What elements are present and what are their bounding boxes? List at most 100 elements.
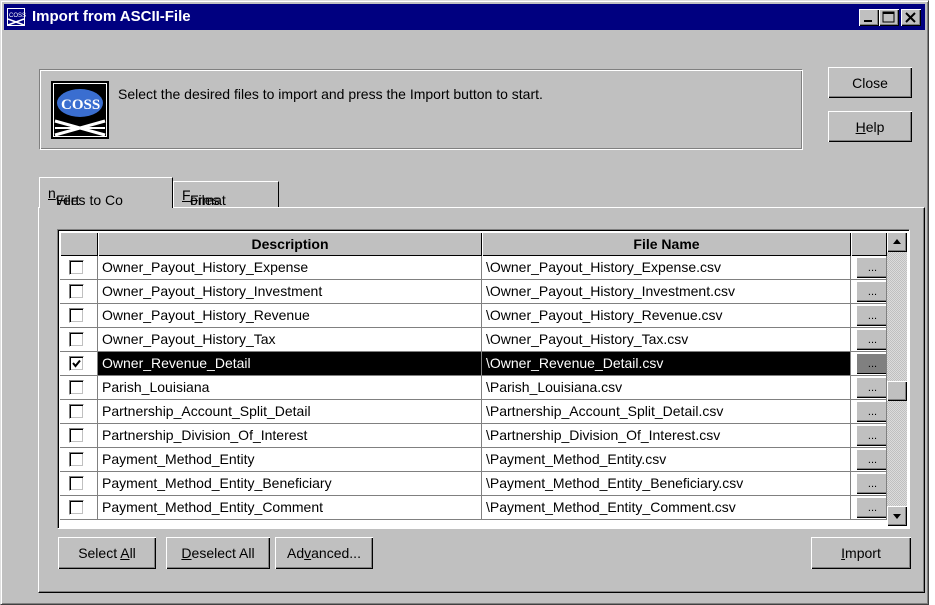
- browse-button[interactable]: ...: [856, 473, 886, 494]
- browse-button[interactable]: ...: [856, 401, 886, 422]
- row-description[interactable]: Owner_Payout_History_Tax: [98, 328, 482, 352]
- table-row[interactable]: Owner_Payout_History_Revenue \Owner_Payou…: [60, 304, 907, 328]
- row-file-name[interactable]: \Owner_Revenue_Detail.csv: [482, 352, 851, 376]
- scroll-down-button[interactable]: [887, 506, 907, 526]
- table-row[interactable]: Owner_Payout_History_Investment \Owner_Pa…: [60, 280, 907, 304]
- scroll-down-arrow-icon: [893, 514, 901, 519]
- row-file-name[interactable]: \Parish_Louisiana.csv: [482, 376, 851, 400]
- header-description[interactable]: Description: [98, 232, 482, 256]
- scroll-thumb[interactable]: [887, 381, 907, 401]
- row-checkbox[interactable]: [69, 356, 84, 371]
- instructions-panel: COSS Select the desired files to import …: [39, 69, 803, 150]
- coss-logo: COSS: [51, 81, 109, 139]
- row-browse-cell: ...: [851, 496, 887, 520]
- table-row[interactable]: Partnership_Division_Of_Interest \Partner…: [60, 424, 907, 448]
- close-button[interactable]: Close: [828, 67, 912, 98]
- close-button-label: Close: [852, 74, 888, 91]
- table-row[interactable]: Payment_Method_Entity \Payment_Method_Ent…: [60, 448, 907, 472]
- row-description[interactable]: Partnership_Account_Split_Detail: [98, 400, 482, 424]
- browse-button[interactable]: ...: [856, 353, 886, 374]
- maximize-button[interactable]: [879, 9, 899, 26]
- row-file-name[interactable]: \Payment_Method_Entity_Comment.csv: [482, 496, 851, 520]
- title-bar[interactable]: COSS Import from ASCII-File: [4, 4, 925, 30]
- row-checkbox[interactable]: [69, 284, 84, 299]
- row-browse-cell: ...: [851, 352, 887, 376]
- row-checkbox-cell: [60, 424, 98, 448]
- instructions-text: Select the desired files to import and p…: [118, 86, 543, 102]
- help-button[interactable]: Help: [828, 111, 912, 142]
- row-description[interactable]: Payment_Method_Entity_Comment: [98, 496, 482, 520]
- tab-files-to-convert[interactable]: Files to Co n vert: [39, 177, 173, 208]
- row-checkbox[interactable]: [69, 380, 84, 395]
- row-description[interactable]: Owner_Payout_History_Investment: [98, 280, 482, 304]
- row-checkbox[interactable]: [69, 452, 84, 467]
- row-browse-cell: ...: [851, 304, 887, 328]
- table-row[interactable]: Payment_Method_Entity_Comment \Payment_Me…: [60, 496, 907, 520]
- row-checkbox[interactable]: [69, 476, 84, 491]
- browse-button[interactable]: ...: [856, 377, 886, 398]
- row-checkbox-cell: [60, 280, 98, 304]
- help-button-label: Help: [855, 118, 885, 135]
- row-checkbox-cell: [60, 496, 98, 520]
- row-checkbox-cell: [60, 448, 98, 472]
- row-file-name[interactable]: \Owner_Payout_History_Expense.csv: [482, 256, 851, 280]
- row-description[interactable]: Partnership_Division_Of_Interest: [98, 424, 482, 448]
- scroll-up-button[interactable]: [887, 232, 907, 252]
- row-checkbox-cell: [60, 352, 98, 376]
- row-description[interactable]: Parish_Louisiana: [98, 376, 482, 400]
- row-file-name[interactable]: \Partnership_Account_Split_Detail.csv: [482, 400, 851, 424]
- row-file-name[interactable]: \Payment_Method_Entity_Beneficiary.csv: [482, 472, 851, 496]
- browse-button[interactable]: ...: [856, 425, 886, 446]
- row-browse-cell: ...: [851, 280, 887, 304]
- row-file-name[interactable]: \Owner_Payout_History_Revenue.csv: [482, 304, 851, 328]
- table-row[interactable]: Owner_Payout_History_Expense \Owner_Payou…: [60, 256, 907, 280]
- browse-button[interactable]: ...: [856, 257, 886, 278]
- row-browse-cell: ...: [851, 256, 887, 280]
- tab-joint: [40, 206, 170, 209]
- window-close-button[interactable]: [901, 9, 921, 26]
- row-checkbox[interactable]: [69, 332, 84, 347]
- browse-button[interactable]: ...: [856, 305, 886, 326]
- browse-button[interactable]: ...: [856, 329, 886, 350]
- row-file-name[interactable]: \Owner_Payout_History_Investment.csv: [482, 280, 851, 304]
- row-checkbox[interactable]: [69, 404, 84, 419]
- table-row[interactable]: Payment_Method_Entity_Beneficiary \Paymen…: [60, 472, 907, 496]
- table-row[interactable]: Parish_Louisiana \Parish_Louisiana.csv...: [60, 376, 907, 400]
- row-file-name[interactable]: \Owner_Payout_History_Tax.csv: [482, 328, 851, 352]
- tab-files-format[interactable]: Files Format: [173, 181, 279, 208]
- vertical-scrollbar[interactable]: [887, 232, 907, 526]
- row-description[interactable]: Payment_Method_Entity_Beneficiary: [98, 472, 482, 496]
- close-icon: [905, 12, 916, 23]
- table-row[interactable]: Owner_Payout_History_Tax \Owner_Payout_Hi…: [60, 328, 907, 352]
- row-browse-cell: ...: [851, 472, 887, 496]
- logo-text: COSS: [61, 97, 100, 113]
- header-file-name[interactable]: File Name: [482, 232, 851, 256]
- row-description[interactable]: Owner_Payout_History_Expense: [98, 256, 482, 280]
- row-checkbox-cell: [60, 376, 98, 400]
- row-file-name[interactable]: \Payment_Method_Entity.csv: [482, 448, 851, 472]
- table-row[interactable]: Partnership_Account_Split_Detail \Partner…: [60, 400, 907, 424]
- browse-button[interactable]: ...: [856, 497, 886, 518]
- row-description[interactable]: Owner_Revenue_Detail: [98, 352, 482, 376]
- row-browse-cell: ...: [851, 424, 887, 448]
- row-description[interactable]: Payment_Method_Entity: [98, 448, 482, 472]
- row-browse-cell: ...: [851, 448, 887, 472]
- import-dialog-window: COSS Import from ASCII-File COSS Select …: [0, 0, 929, 605]
- row-browse-cell: ...: [851, 400, 887, 424]
- row-checkbox[interactable]: [69, 308, 84, 323]
- row-checkbox[interactable]: [69, 260, 84, 275]
- row-description[interactable]: Owner_Payout_History_Revenue: [98, 304, 482, 328]
- row-checkbox[interactable]: [69, 500, 84, 515]
- table-row[interactable]: Owner_Revenue_Detail \Owner_Revenue_Detai…: [60, 352, 907, 376]
- row-checkbox-cell: [60, 472, 98, 496]
- scroll-up-arrow-icon: [893, 239, 901, 244]
- browse-button[interactable]: ...: [856, 449, 886, 470]
- row-checkbox-cell: [60, 328, 98, 352]
- maximize-icon: [882, 11, 895, 23]
- minimize-button[interactable]: [859, 9, 879, 26]
- row-checkbox[interactable]: [69, 428, 84, 443]
- browse-button[interactable]: ...: [856, 281, 886, 302]
- row-checkbox-cell: [60, 304, 98, 328]
- row-file-name[interactable]: \Partnership_Division_Of_Interest.csv: [482, 424, 851, 448]
- files-grid[interactable]: Description File Name Owner_Payout_Histo…: [57, 229, 910, 529]
